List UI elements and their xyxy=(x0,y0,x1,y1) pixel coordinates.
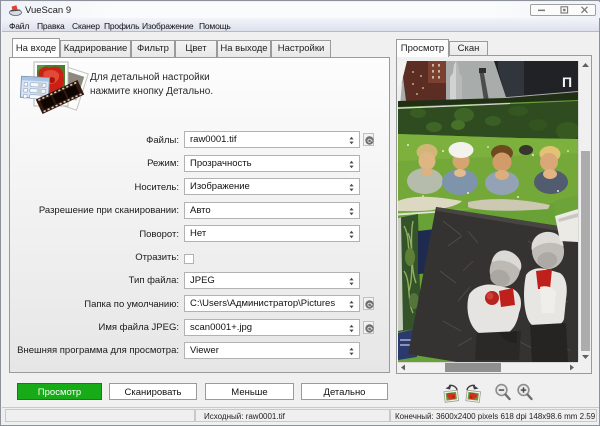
svg-text:П: П xyxy=(562,74,572,90)
